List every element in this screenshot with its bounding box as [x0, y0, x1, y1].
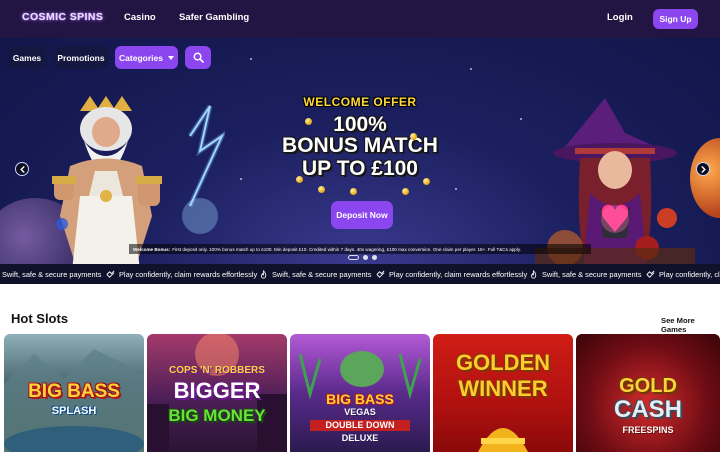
game-subtitle: CASH	[613, 396, 682, 423]
game-title: GOLD	[619, 375, 677, 397]
coin-decoration	[305, 118, 312, 125]
game-subtitle: WINNER	[458, 376, 548, 401]
ticker-item: Swift, safe & secure payments	[529, 270, 641, 279]
coin-decoration	[423, 178, 430, 185]
top-nav-bar: COSMIC SPINS Casino Safer Gambling Login…	[0, 0, 720, 38]
nav-safer-gambling-link[interactable]: Safer Gambling	[179, 12, 249, 23]
search-button[interactable]	[185, 46, 211, 69]
carousel-dot[interactable]	[348, 255, 359, 260]
bonus-terms: Welcome Bonus: First deposit only. 100% b…	[129, 244, 591, 254]
game-title: COPS 'N' ROBBERS	[169, 365, 265, 376]
chevron-down-icon	[167, 55, 174, 60]
games-tab[interactable]: Games	[8, 46, 46, 69]
game-title: GOLDEN	[455, 350, 551, 375]
ticker-item: Swift, safe & secure payments	[2, 270, 102, 279]
site-logo[interactable]: COSMIC SPINS	[22, 11, 103, 23]
coin-decoration	[318, 186, 325, 193]
game-subtitle: SPLASH	[51, 405, 97, 417]
game-subtitle: BIGGER	[173, 378, 261, 403]
handshake-icon	[376, 270, 385, 278]
see-more-games-link[interactable]: See More Games	[661, 316, 720, 334]
game-subtitle-3: DELUXE	[341, 433, 379, 443]
login-link[interactable]: Login	[607, 12, 633, 23]
game-tile-cops-n-robbers[interactable]: COPS 'N' ROBBERS BIGGER BIG MONEY	[147, 334, 287, 452]
coin-decoration	[296, 176, 303, 183]
ticker-item: Play confidently, claim rewards effortle…	[646, 270, 720, 279]
handshake-icon	[646, 270, 655, 278]
game-subtitle-2: DOUBLE DOWN	[310, 420, 410, 431]
ticker-item: Swift, safe & secure payments	[259, 270, 371, 279]
terms-heading: Welcome Bonus:	[133, 246, 171, 252]
terms-text: First deposit only. 100% bonus match up …	[172, 246, 522, 252]
carousel-dot[interactable]	[372, 255, 377, 260]
deposit-now-button[interactable]: Deposit Now	[331, 201, 393, 229]
section-title: Hot Slots	[11, 311, 69, 326]
flame-icon	[530, 270, 537, 279]
search-icon	[193, 52, 204, 63]
game-tile-big-bass-vegas[interactable]: BIG BASS VEGAS DOUBLE DOWN DELUXE	[290, 334, 430, 452]
categories-label: Categories	[119, 52, 163, 63]
ticker-item: Play confidently, claim rewards effortle…	[376, 270, 527, 279]
hero-banner: Games Promotions Categories WELCOME OFFE…	[0, 38, 720, 264]
flame-icon	[260, 270, 267, 279]
offer-label: WELCOME OFFER	[303, 95, 417, 109]
game-subtitle-2: BIG MONEY	[168, 406, 266, 425]
game-tile-big-bass-splash[interactable]: BIG BASS SPLASH	[4, 334, 144, 452]
feature-ticker: Swift, safe & secure payments Play confi…	[0, 264, 720, 284]
game-title: BIG BASS	[28, 381, 120, 402]
categories-dropdown[interactable]: Categories	[115, 46, 178, 69]
handshake-icon	[106, 270, 115, 278]
offer-headline: BONUS MATCH	[282, 134, 438, 157]
coin-decoration	[410, 133, 417, 140]
offer-amount: UP TO £100	[302, 157, 418, 180]
game-subtitle: VEGAS	[344, 407, 376, 417]
promotions-tab[interactable]: Promotions	[54, 46, 108, 69]
game-tile-golden-winner[interactable]: GOLDEN WINNER	[433, 334, 573, 452]
carousel-dot[interactable]	[363, 255, 368, 260]
coin-decoration	[402, 188, 409, 195]
coin-decoration	[350, 188, 357, 195]
game-title: BIG BASS	[326, 391, 394, 407]
sign-up-button[interactable]: Sign Up	[653, 9, 698, 29]
nav-casino-link[interactable]: Casino	[124, 12, 156, 23]
carousel-indicators	[348, 255, 377, 260]
ticker-item: Play confidently, claim rewards effortle…	[106, 270, 257, 279]
game-tile-gold-cash-freespins[interactable]: GOLD CASH FREESPINS	[576, 334, 720, 452]
game-subtitle-2: FREESPINS	[622, 425, 674, 435]
